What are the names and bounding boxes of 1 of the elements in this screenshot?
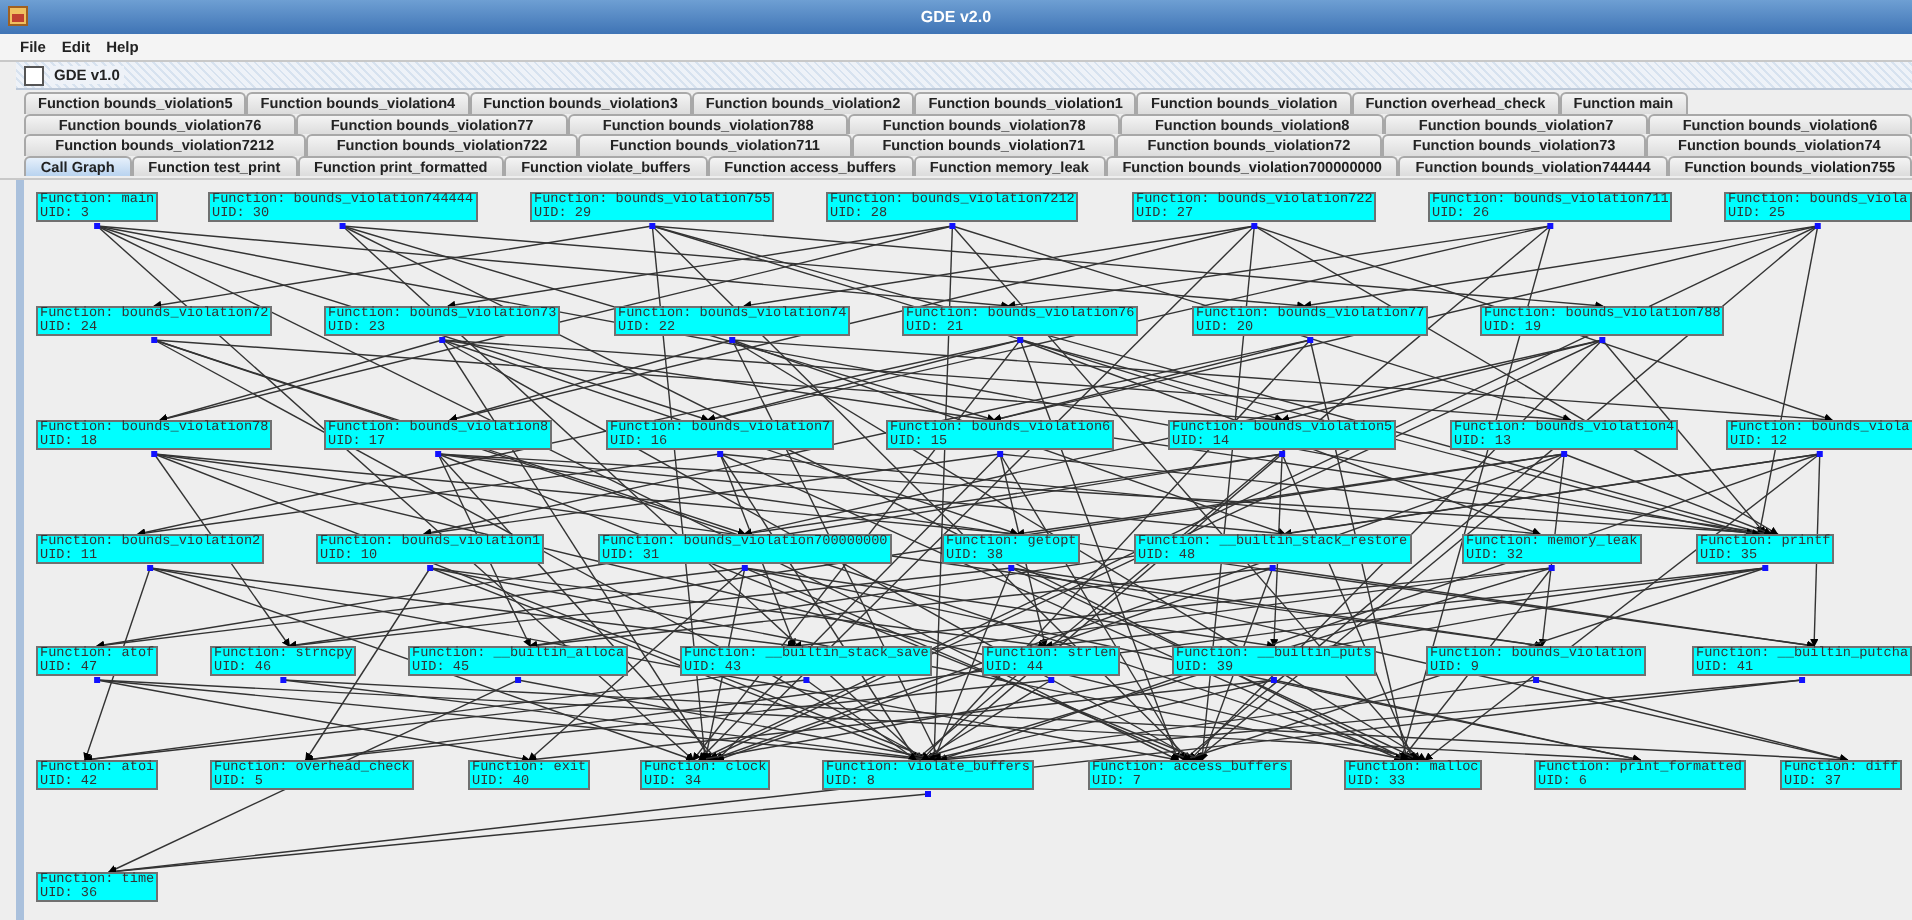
window-title: GDE v2.0 — [920, 8, 992, 26]
